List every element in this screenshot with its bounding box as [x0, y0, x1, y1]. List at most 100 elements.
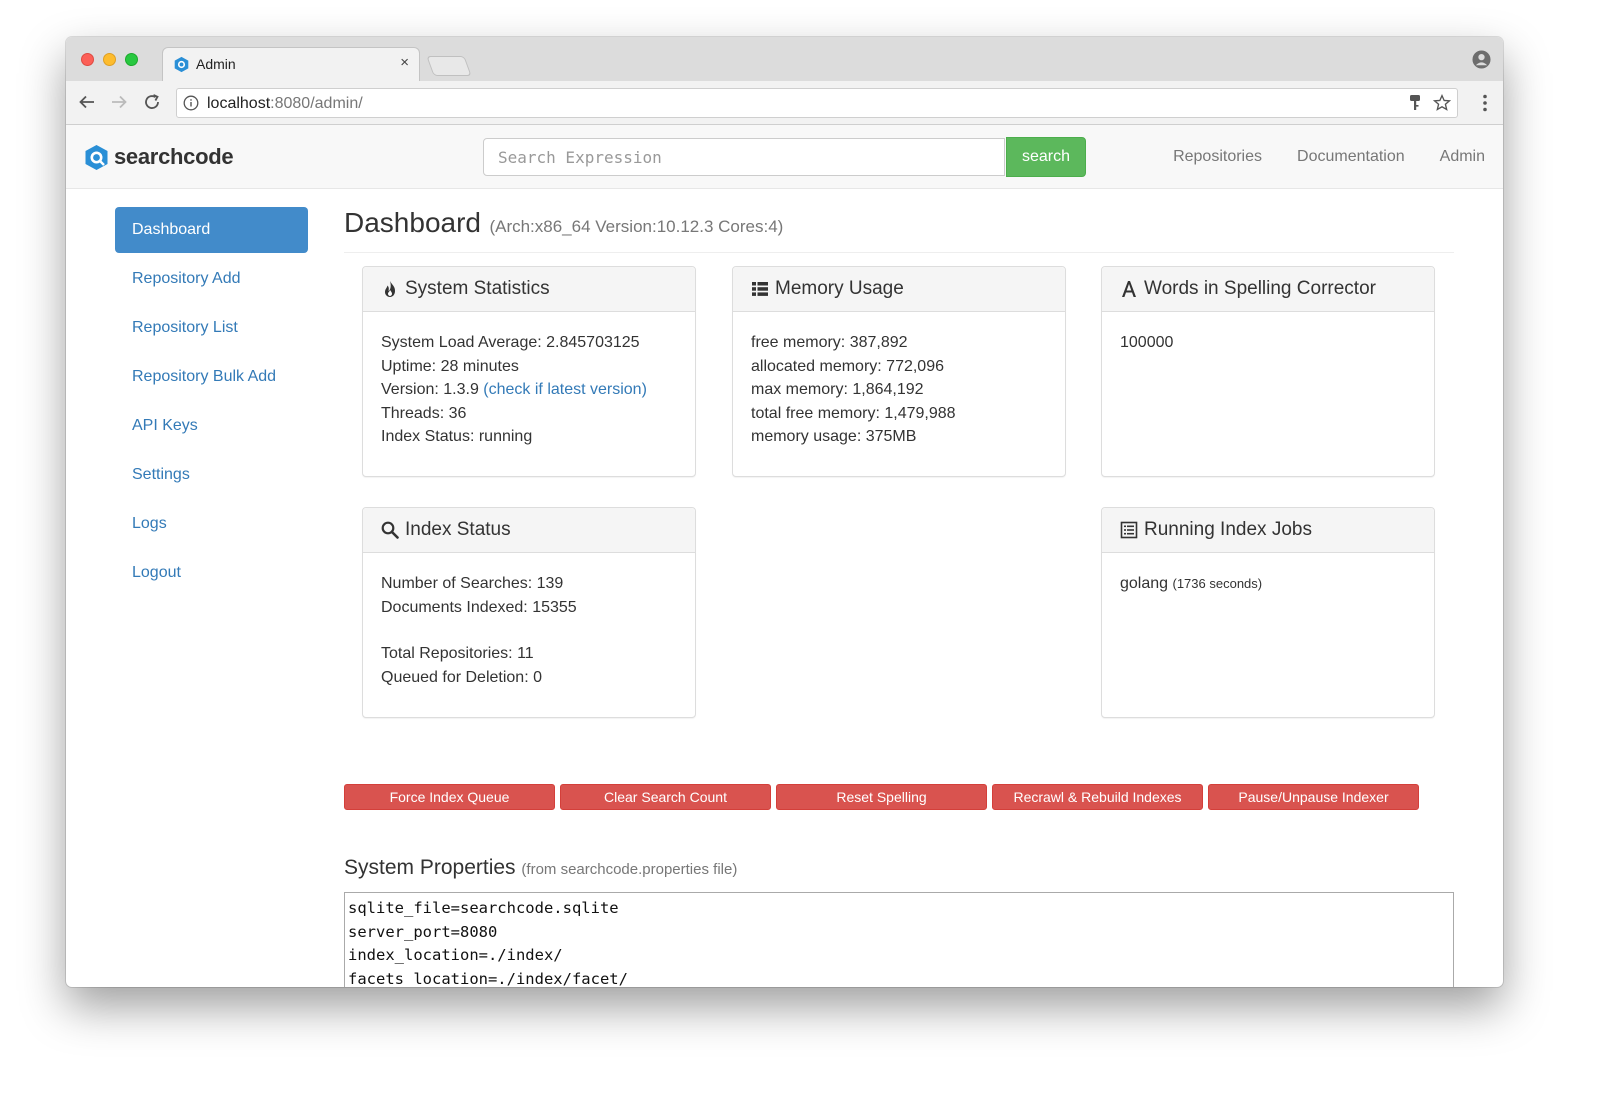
- app-navbar: searchcode search Repositories Documenta…: [66, 125, 1503, 189]
- reset-spelling-button[interactable]: Reset Spelling: [776, 784, 987, 810]
- panel-heading: Running Index Jobs: [1102, 508, 1434, 553]
- job-name: golang: [1120, 575, 1169, 592]
- load-average: System Load Average: 2.845703125: [381, 334, 640, 351]
- admin-actions: Force Index Queue Clear Search Count Res…: [344, 784, 1424, 810]
- panel-title: Index Status: [405, 519, 511, 540]
- sidebar-item-logout[interactable]: Logout: [115, 550, 308, 596]
- browser-menu-icon[interactable]: [1483, 94, 1487, 112]
- sidebar-item-repository-bulk-add[interactable]: Repository Bulk Add: [115, 354, 308, 400]
- tab-close-icon[interactable]: ×: [400, 54, 409, 71]
- sidebar-item-logs[interactable]: Logs: [115, 501, 308, 547]
- panel-heading: System Statistics: [363, 267, 695, 312]
- search-input[interactable]: [483, 138, 1005, 176]
- page-title: Dashboard: [344, 207, 481, 238]
- queued-for-deletion: Queued for Deletion: 0: [381, 668, 542, 686]
- panel-title: Running Index Jobs: [1144, 519, 1312, 540]
- nav-admin[interactable]: Admin: [1440, 148, 1485, 166]
- clear-search-count-button[interactable]: Clear Search Count: [560, 784, 771, 810]
- panel-body: golang (1736 seconds): [1102, 553, 1434, 615]
- free-memory: free memory: 387,892: [751, 334, 908, 351]
- system-properties-heading: System Properties (from searchcode.prope…: [344, 856, 737, 880]
- panel-body: 100000: [1102, 312, 1434, 374]
- memory-usage: memory usage: 375MB: [751, 428, 917, 445]
- panel-index-status: Index Status Number of Searches: 139 Doc…: [362, 507, 696, 718]
- reload-icon[interactable]: [143, 93, 161, 111]
- job-time: (1736 seconds): [1172, 576, 1263, 591]
- list-icon: [752, 282, 768, 296]
- system-properties-title: System Properties: [344, 856, 516, 879]
- logo-text: searchcode: [114, 144, 234, 169]
- new-tab-button[interactable]: [426, 56, 472, 76]
- uptime: Uptime: 28 minutes: [381, 357, 519, 375]
- sidebar-item-repository-list[interactable]: Repository List: [115, 305, 308, 351]
- panel-memory-usage: Memory Usage free memory: 387,892 alloca…: [732, 266, 1066, 477]
- number-of-searches: Number of Searches: 139: [381, 575, 564, 592]
- nav-documentation[interactable]: Documentation: [1297, 148, 1405, 166]
- close-window-button[interactable]: [81, 53, 94, 66]
- running-job: golang (1736 seconds): [1120, 572, 1416, 596]
- fire-icon: [385, 281, 395, 297]
- documents-indexed: Documents Indexed: 15355: [381, 598, 577, 616]
- sidebar-item-settings[interactable]: Settings: [115, 452, 308, 498]
- force-index-queue-button[interactable]: Force Index Queue: [344, 784, 555, 810]
- panel-title: Words in Spelling Corrector: [1144, 278, 1376, 299]
- panel-running-index-jobs: Running Index Jobs golang (1736 seconds): [1101, 507, 1435, 718]
- panel-heading: Words in Spelling Corrector: [1102, 267, 1434, 312]
- system-properties-textarea[interactable]: sqlite_file=searchcode.sqlite server_por…: [344, 892, 1454, 987]
- sidebar-item-api-keys[interactable]: API Keys: [115, 403, 308, 449]
- nav-repositories[interactable]: Repositories: [1173, 148, 1262, 166]
- tab-strip: Admin ×: [66, 37, 1503, 81]
- address-bar[interactable]: localhost:8080/admin/: [176, 88, 1458, 118]
- spelling-word-count: 100000: [1120, 334, 1174, 351]
- max-memory: max memory: 1,864,192: [751, 381, 924, 398]
- version-line: Version: 1.3.9 (check if latest version): [381, 378, 677, 402]
- panel-body: System Load Average: 2.845703125 Uptime:…: [363, 312, 695, 468]
- info-icon[interactable]: [183, 95, 199, 111]
- top-navigation: Repositories Documentation Admin: [1173, 125, 1503, 189]
- searchcode-logo-icon: [85, 144, 108, 170]
- total-free-memory: total free memory: 1,479,988: [751, 404, 956, 422]
- searchcode-favicon-icon: [174, 56, 189, 73]
- url-text: localhost:8080/admin/: [207, 95, 363, 113]
- panel-body: Number of Searches: 139 Documents Indexe…: [363, 553, 695, 708]
- pause-unpause-indexer-button[interactable]: Pause/Unpause Indexer: [1208, 784, 1419, 810]
- minimize-window-button[interactable]: [103, 53, 116, 66]
- sidebar-item-repository-add[interactable]: Repository Add: [115, 256, 308, 302]
- threads: Threads: 36: [381, 404, 467, 422]
- system-properties-subtitle: (from searchcode.properties file): [521, 861, 738, 878]
- zoom-window-button[interactable]: [125, 53, 138, 66]
- search-icon: [381, 521, 399, 539]
- url-host: localhost: [207, 95, 271, 112]
- allocated-memory: allocated memory: 772,096: [751, 357, 944, 375]
- panel-heading: Memory Usage: [733, 267, 1065, 312]
- index-status-text: Index Status: running: [381, 428, 533, 445]
- profile-icon[interactable]: [1472, 50, 1491, 69]
- panel-body: free memory: 387,892 allocated memory: 7…: [733, 312, 1065, 468]
- panel-title: Memory Usage: [775, 278, 904, 299]
- list-alt-icon: [1120, 521, 1138, 539]
- sidebar-item-dashboard[interactable]: Dashboard: [115, 207, 308, 253]
- page-subtitle: (Arch:x86_64 Version:10.12.3 Cores:4): [489, 217, 784, 236]
- panel-title: System Statistics: [405, 278, 550, 299]
- admin-sidebar: Dashboard Repository Add Repository List…: [115, 207, 308, 599]
- total-repositories: Total Repositories: 11: [381, 645, 534, 662]
- check-latest-version-link[interactable]: (check if latest version): [483, 381, 647, 398]
- recrawl-rebuild-indexes-button[interactable]: Recrawl & Rebuild Indexes: [992, 784, 1203, 810]
- forward-arrow-icon[interactable]: [110, 93, 128, 111]
- page-header: Dashboard (Arch:x86_64 Version:10.12.3 C…: [344, 207, 1454, 253]
- searchcode-logo[interactable]: searchcode: [84, 142, 234, 172]
- panel-heading: Index Status: [363, 508, 695, 553]
- panel-system-statistics: System Statistics System Load Average: 2…: [362, 266, 696, 477]
- browser-toolbar: localhost:8080/admin/: [66, 81, 1503, 125]
- back-arrow-icon[interactable]: [78, 93, 96, 111]
- font-icon: [1122, 281, 1136, 297]
- panel-spelling-corrector: Words in Spelling Corrector 100000: [1101, 266, 1435, 477]
- tab-title: Admin: [196, 56, 236, 72]
- search-button[interactable]: search: [1006, 137, 1086, 177]
- browser-tab[interactable]: Admin ×: [162, 47, 420, 81]
- browser-window: Admin × localhost:8080/admin/ searchcode…: [66, 37, 1503, 987]
- version-text: Version: 1.3.9: [381, 381, 479, 398]
- bookmark-star-icon[interactable]: [1433, 94, 1451, 112]
- key-icon[interactable]: [1407, 94, 1423, 112]
